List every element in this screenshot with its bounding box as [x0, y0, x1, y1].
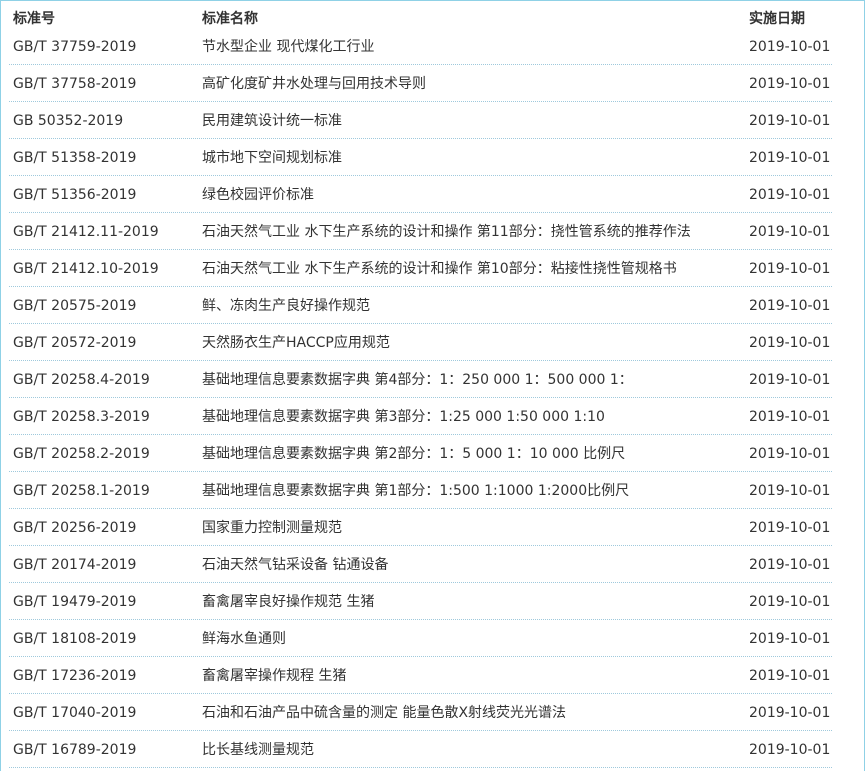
implementation-date: 2019-10-01	[749, 298, 831, 314]
standard-name-link[interactable]: 比长基线测量规范	[202, 742, 314, 758]
standard-code: GB/T 51356-2019	[13, 187, 137, 203]
standards-table: 标准号 标准名称 实施日期 GB/T 37759-2019 节水型企业 现代煤化…	[9, 4, 832, 768]
standard-name-link[interactable]: 石油天然气工业 水下生产系统的设计和操作 第10部分：粘接性挠性管规格书	[202, 261, 677, 277]
standard-code: GB/T 37758-2019	[13, 76, 137, 92]
table-row[interactable]: GB/T 21412.11-2019 石油天然气工业 水下生产系统的设计和操作 …	[9, 213, 832, 250]
table-row[interactable]: GB/T 20572-2019 天然肠衣生产HACCP应用规范 2019-10-…	[9, 324, 832, 361]
standard-name-link[interactable]: 石油天然气钻采设备 钻通设备	[202, 557, 388, 573]
standard-code: GB/T 20572-2019	[13, 335, 137, 351]
table-header: 标准号 标准名称 实施日期	[9, 4, 832, 28]
table-row[interactable]: GB/T 20258.3-2019 基础地理信息要素数据字典 第3部分：1:25…	[9, 398, 832, 435]
standard-code: GB/T 17040-2019	[13, 705, 137, 721]
standard-code: GB/T 20258.3-2019	[13, 409, 150, 425]
table-row[interactable]: GB/T 16789-2019 比长基线测量规范 2019-10-01	[9, 731, 832, 768]
implementation-date: 2019-10-01	[749, 668, 831, 684]
standard-name-link[interactable]: 畜禽屠宰操作规程 生猪	[202, 668, 346, 684]
implementation-date: 2019-10-01	[749, 520, 831, 536]
standard-name-link[interactable]: 绿色校园评价标准	[202, 187, 314, 203]
standard-name-link[interactable]: 基础地理信息要素数据字典 第2部分：1：5 000 1：10 000 比例尺	[202, 446, 625, 462]
implementation-date: 2019-10-01	[749, 261, 831, 277]
standard-name-link[interactable]: 畜禽屠宰良好操作规范 生猪	[202, 594, 374, 610]
table-row[interactable]: GB/T 20258.4-2019 基础地理信息要素数据字典 第4部分：1：25…	[9, 361, 832, 398]
standard-name-link[interactable]: 民用建筑设计统一标准	[202, 113, 342, 129]
table-row[interactable]: GB 50352-2019 民用建筑设计统一标准 2019-10-01	[9, 102, 832, 139]
table-row[interactable]: GB/T 19479-2019 畜禽屠宰良好操作规范 生猪 2019-10-01	[9, 583, 832, 620]
table-row[interactable]: GB/T 21412.10-2019 石油天然气工业 水下生产系统的设计和操作 …	[9, 250, 832, 287]
implementation-date: 2019-10-01	[749, 594, 831, 610]
standard-name-link[interactable]: 天然肠衣生产HACCP应用规范	[202, 335, 390, 351]
table-row[interactable]: GB/T 20256-2019 国家重力控制测量规范 2019-10-01	[9, 509, 832, 546]
table-row[interactable]: GB/T 51358-2019 城市地下空间规划标准 2019-10-01	[9, 139, 832, 176]
table-row[interactable]: GB/T 17236-2019 畜禽屠宰操作规程 生猪 2019-10-01	[9, 657, 832, 694]
table-row[interactable]: GB/T 20258.2-2019 基础地理信息要素数据字典 第2部分：1：5 …	[9, 435, 832, 472]
table-row[interactable]: GB/T 20174-2019 石油天然气钻采设备 钻通设备 2019-10-0…	[9, 546, 832, 583]
header-code: 标准号	[13, 11, 55, 27]
table-row[interactable]: GB/T 51356-2019 绿色校园评价标准 2019-10-01	[9, 176, 832, 213]
implementation-date: 2019-10-01	[749, 742, 831, 758]
implementation-date: 2019-10-01	[749, 705, 831, 721]
implementation-date: 2019-10-01	[749, 446, 831, 462]
table-row[interactable]: GB/T 17040-2019 石油和石油产品中硫含量的测定 能量色散X射线荧光…	[9, 694, 832, 731]
standard-name-link[interactable]: 基础地理信息要素数据字典 第1部分：1:500 1:1000 1:2000比例尺	[202, 483, 629, 499]
implementation-date: 2019-10-01	[749, 631, 831, 647]
standard-code: GB/T 21412.11-2019	[13, 224, 159, 240]
implementation-date: 2019-10-01	[749, 409, 831, 425]
implementation-date: 2019-10-01	[749, 557, 831, 573]
implementation-date: 2019-10-01	[749, 372, 831, 388]
standard-name-link[interactable]: 高矿化度矿井水处理与回用技术导则	[202, 76, 426, 92]
table-row[interactable]: GB/T 37758-2019 高矿化度矿井水处理与回用技术导则 2019-10…	[9, 65, 832, 102]
standard-name-link[interactable]: 鲜、冻肉生产良好操作规范	[202, 298, 370, 314]
table-row[interactable]: GB/T 20575-2019 鲜、冻肉生产良好操作规范 2019-10-01	[9, 287, 832, 324]
standard-code: GB/T 20174-2019	[13, 557, 137, 573]
standard-name-link[interactable]: 城市地下空间规划标准	[202, 150, 342, 166]
standard-name-link[interactable]: 基础地理信息要素数据字典 第4部分：1：250 000 1：500 000 1：	[202, 372, 633, 388]
standard-code: GB/T 20258.1-2019	[13, 483, 150, 499]
table-body: GB/T 37759-2019 节水型企业 现代煤化工行业 2019-10-01…	[9, 28, 832, 768]
standard-code: GB/T 20258.4-2019	[13, 372, 150, 388]
standard-code: GB 50352-2019	[13, 113, 124, 129]
standard-code: GB/T 20256-2019	[13, 520, 137, 536]
standard-code: GB/T 19479-2019	[13, 594, 137, 610]
standard-code: GB/T 20258.2-2019	[13, 446, 150, 462]
standard-code: GB/T 18108-2019	[13, 631, 137, 647]
standard-code: GB/T 21412.10-2019	[13, 261, 159, 277]
implementation-date: 2019-10-01	[749, 150, 831, 166]
implementation-date: 2019-10-01	[749, 483, 831, 499]
table-row[interactable]: GB/T 37759-2019 节水型企业 现代煤化工行业 2019-10-01	[9, 28, 832, 65]
standard-code: GB/T 37759-2019	[13, 39, 137, 55]
standard-name-link[interactable]: 石油和石油产品中硫含量的测定 能量色散X射线荧光光谱法	[202, 705, 566, 721]
standard-code: GB/T 16789-2019	[13, 742, 137, 758]
implementation-date: 2019-10-01	[749, 39, 831, 55]
standard-name-link[interactable]: 石油天然气工业 水下生产系统的设计和操作 第11部分：挠性管系统的推荐作法	[202, 224, 691, 240]
standard-name-link[interactable]: 国家重力控制测量规范	[202, 520, 342, 536]
standard-name-link[interactable]: 鲜海水鱼通则	[202, 631, 286, 647]
header-name: 标准名称	[202, 11, 258, 27]
table-row[interactable]: GB/T 18108-2019 鲜海水鱼通则 2019-10-01	[9, 620, 832, 657]
implementation-date: 2019-10-01	[749, 224, 831, 240]
standard-name-link[interactable]: 节水型企业 现代煤化工行业	[202, 39, 374, 55]
implementation-date: 2019-10-01	[749, 187, 831, 203]
standard-code: GB/T 20575-2019	[13, 298, 137, 314]
table-row[interactable]: GB/T 20258.1-2019 基础地理信息要素数据字典 第1部分：1:50…	[9, 472, 832, 509]
standard-code: GB/T 51358-2019	[13, 150, 137, 166]
implementation-date: 2019-10-01	[749, 113, 831, 129]
header-date: 实施日期	[749, 11, 805, 27]
standard-name-link[interactable]: 基础地理信息要素数据字典 第3部分：1:25 000 1:50 000 1:10	[202, 409, 605, 425]
standard-code: GB/T 17236-2019	[13, 668, 137, 684]
implementation-date: 2019-10-01	[749, 335, 831, 351]
implementation-date: 2019-10-01	[749, 76, 831, 92]
